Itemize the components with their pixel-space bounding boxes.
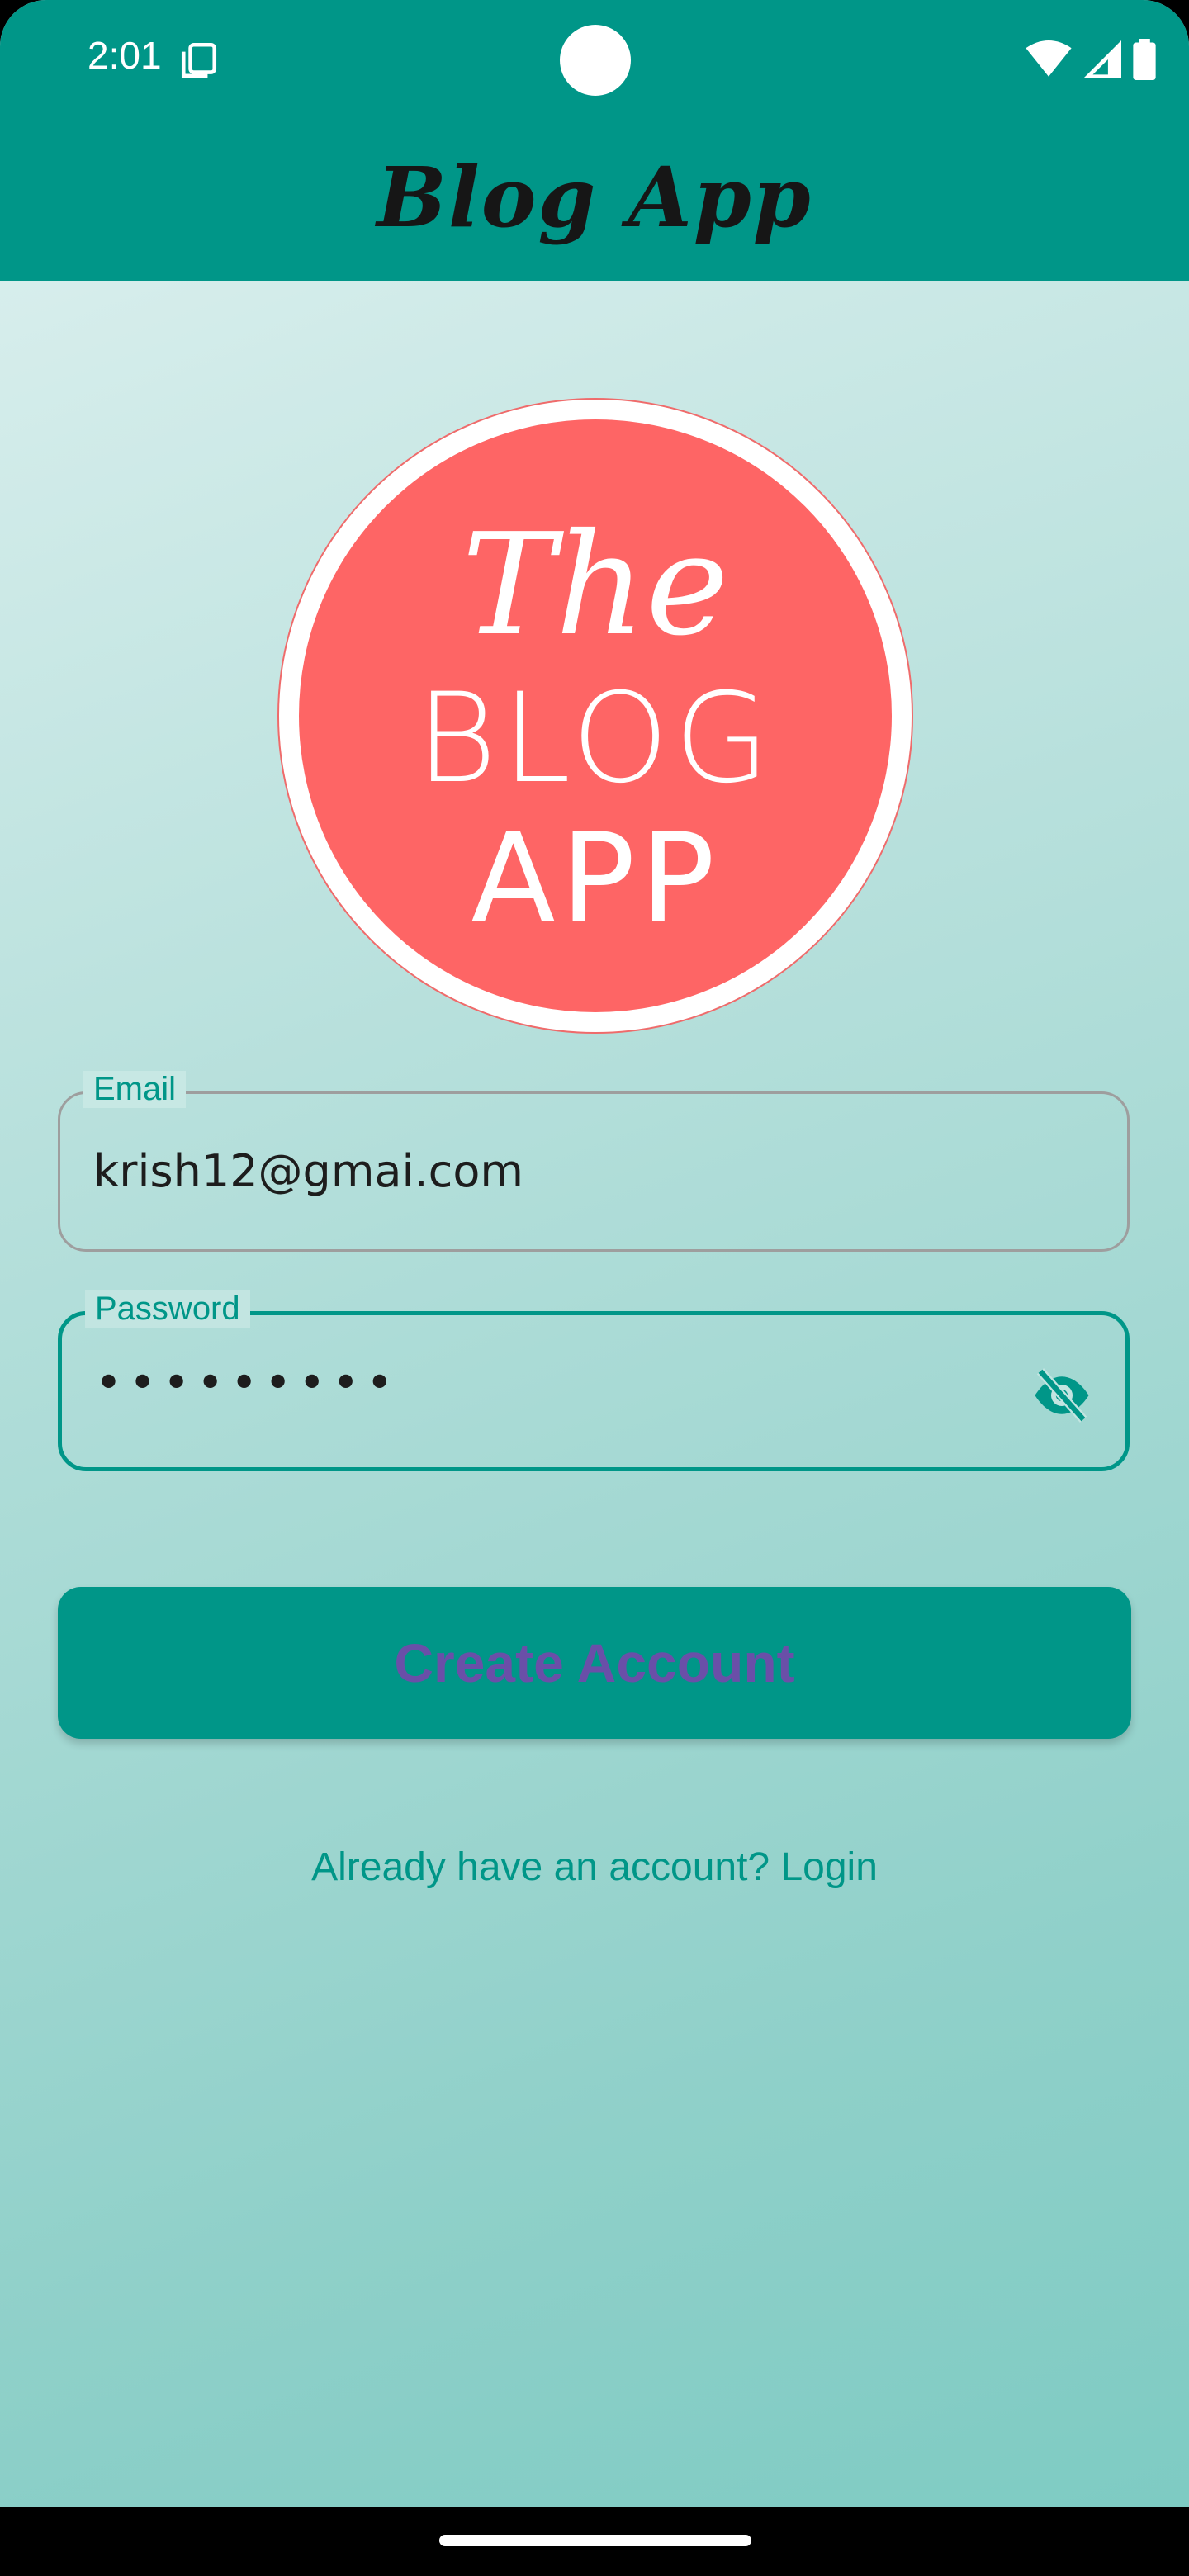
gesture-nav-handle[interactable] xyxy=(439,2535,751,2546)
camera-cutout xyxy=(560,25,631,96)
wifi-icon xyxy=(1026,40,1072,77)
eye-off-icon[interactable] xyxy=(1030,1363,1094,1428)
logo-text-app: APP xyxy=(471,807,720,951)
password-value[interactable]: ••••••••• xyxy=(95,1357,400,1410)
signal-icon xyxy=(1083,40,1121,78)
logo-circle: The BLOG APP xyxy=(299,419,892,1012)
blog-logo: The BLOG APP xyxy=(277,398,913,1034)
create-account-button[interactable]: Create Account xyxy=(58,1587,1131,1739)
logo-text-the: The xyxy=(462,504,729,667)
password-field[interactable]: Password ••••••••• xyxy=(58,1290,1130,1471)
email-label: Email xyxy=(83,1071,187,1108)
login-link[interactable]: Already have an account? Login xyxy=(0,1844,1189,1890)
password-label: Password xyxy=(85,1290,250,1328)
app-title: Blog App xyxy=(377,149,812,246)
status-icons xyxy=(1026,36,1156,83)
email-field[interactable]: Email krish12@gmai.com xyxy=(58,1071,1130,1252)
status-time: 2:01 xyxy=(88,34,162,77)
logo-text-blog: BLOG xyxy=(415,667,775,811)
copy-icon xyxy=(181,42,217,78)
app-bar: 2:01 Blog App xyxy=(0,0,1189,281)
screen: 2:01 Blog App The BLOG APP Email krish12… xyxy=(0,0,1189,2507)
email-value[interactable]: krish12@gmai.com xyxy=(93,1145,523,1197)
status-bar: 2:01 xyxy=(0,0,1189,116)
battery-icon xyxy=(1133,39,1156,80)
